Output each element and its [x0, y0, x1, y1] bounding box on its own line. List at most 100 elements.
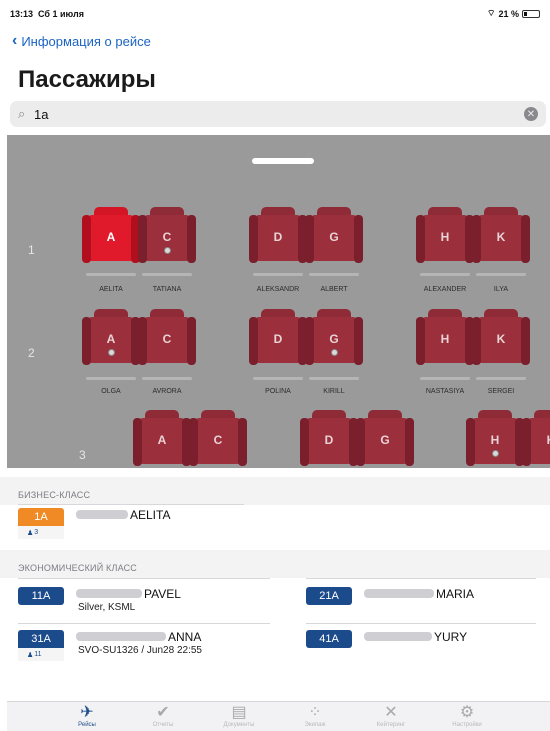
passenger-first-name: ANNA: [168, 630, 202, 644]
divider: [18, 623, 270, 624]
seat-2k[interactable]: K: [472, 309, 530, 365]
occupied-dot-icon: [492, 450, 499, 457]
search-input[interactable]: [34, 106, 524, 122]
seat-badge: 21A: [306, 587, 352, 605]
passenger-row-41a[interactable]: 41A YURY: [306, 630, 536, 670]
blurred-surname: [476, 273, 526, 276]
seat-1h[interactable]: H: [416, 207, 474, 263]
seat-3c[interactable]: C: [189, 410, 247, 466]
seat-3g[interactable]: G: [356, 410, 414, 466]
seat-3k[interactable]: K: [522, 410, 550, 466]
tab-documents[interactable]: ▤ Документы: [204, 704, 274, 728]
seat-letter: C: [162, 230, 172, 244]
wifi-icon: ⌔: [487, 8, 496, 18]
tab-label: Документы: [223, 722, 255, 728]
divider: [18, 578, 270, 579]
seat-2a[interactable]: A: [82, 309, 140, 365]
seat-letter: A: [106, 230, 116, 244]
status-time: 13:13 Сб 1 июля: [10, 9, 84, 19]
seat-passenger-name: ALBERT: [320, 286, 348, 293]
tab-flights[interactable]: ✈ Рейсы: [52, 704, 122, 728]
passenger-details: Silver, KSML: [78, 602, 136, 613]
battery-percent: 21 %: [498, 8, 519, 19]
date: Сб 1 июля: [38, 9, 84, 19]
seat-1g[interactable]: G: [305, 207, 363, 263]
passenger-row-31a[interactable]: 31A ♟ 11 ANNA SVO-SU1326 / Jun28 22:55: [18, 630, 270, 670]
seat-1k[interactable]: K: [472, 207, 530, 263]
document-icon: ▤: [231, 704, 247, 721]
seat-map[interactable]: 1 A C D G H K AELITA TATIANA ALEKSANDR A…: [7, 135, 550, 468]
divider: [306, 578, 536, 579]
seat-letter: C: [213, 433, 223, 447]
seat-2h[interactable]: H: [416, 309, 474, 365]
seat-2d[interactable]: D: [249, 309, 307, 365]
seat-badge: 41A: [306, 630, 352, 648]
tab-crew[interactable]: ⁘ Экипаж: [280, 704, 350, 728]
chevron-left-icon: ‹: [12, 32, 18, 49]
tab-label: Экипаж: [304, 722, 326, 728]
seat-1a[interactable]: A: [82, 207, 140, 263]
drag-handle[interactable]: [252, 158, 314, 164]
blurred-surname: [364, 632, 432, 641]
seat-3d[interactable]: D: [300, 410, 358, 466]
seat-1c[interactable]: C: [138, 207, 196, 263]
passenger-first-name: AELITA: [130, 508, 171, 522]
seat-letter: D: [273, 230, 283, 244]
seat-letter: H: [440, 230, 450, 244]
passenger-row-21a[interactable]: 21A MARIA: [306, 587, 536, 627]
check-circle-icon: ✔: [156, 704, 170, 721]
seat-letter: H: [490, 433, 500, 447]
clear-search-icon[interactable]: ✕: [524, 107, 538, 121]
back-button[interactable]: ‹ Информация о рейсе: [12, 33, 151, 49]
row-number: 1: [28, 243, 35, 257]
passenger-first-name: MARIA: [436, 587, 475, 601]
badge-sub: ♟ 3: [18, 526, 64, 539]
blurred-surname: [364, 589, 434, 598]
status-bar: 13:13 Сб 1 июля ⌔ 21 %: [0, 0, 550, 26]
passenger-first-name: YURY: [434, 630, 468, 644]
seat-badge: 31A: [18, 630, 64, 648]
blurred-surname: [76, 632, 166, 641]
passenger-row-11a[interactable]: 11A PAVEL Silver, KSML: [18, 587, 270, 627]
search-icon: ⌕: [18, 106, 26, 121]
gear-icon: ⚙: [459, 704, 475, 721]
seat-2c[interactable]: C: [138, 309, 196, 365]
seat-2g[interactable]: G: [305, 309, 363, 365]
tab-reports[interactable]: ✔ Отчеты: [128, 704, 198, 728]
battery-icon: [522, 9, 540, 18]
tab-settings[interactable]: ⚙ Настройки: [432, 704, 502, 728]
passenger-details: SVO-SU1326 / Jun28 22:55: [78, 645, 202, 656]
seat-letter: K: [522, 433, 550, 447]
search-bar: ⌕ ✕: [10, 101, 546, 127]
blurred-surname: [142, 377, 192, 380]
airplane-icon: ✈: [80, 704, 94, 721]
seat-3a[interactable]: A: [133, 410, 191, 466]
person-icon: ♟: [27, 651, 34, 659]
seat-passenger-name: AVRORA: [152, 388, 182, 395]
badge-sub-count: 11: [34, 651, 42, 658]
economy-class-header: ЭКОНОМИЧЕСКИЙ КЛАСС: [0, 550, 550, 578]
tab-catering[interactable]: ✕ Кейтеринг: [356, 704, 426, 728]
seat-letter: K: [496, 230, 506, 244]
blurred-surname: [86, 273, 136, 276]
tab-label: Кейтеринг: [376, 722, 406, 728]
divider: [18, 504, 244, 505]
seat-1d[interactable]: D: [249, 207, 307, 263]
tab-label: Рейсы: [78, 722, 96, 728]
seat-letter: D: [273, 332, 283, 346]
clock: 13:13: [10, 9, 34, 19]
passenger-row-1a[interactable]: 1A ♟ 3 AELITA: [18, 508, 244, 548]
badge-sub: ♟ 11: [18, 648, 64, 661]
row-number: 2: [28, 346, 35, 360]
blurred-surname: [253, 273, 303, 276]
blurred-surname: [309, 273, 359, 276]
occupied-dot-icon: [164, 247, 171, 254]
seat-letter: G: [329, 230, 339, 244]
seat-3h[interactable]: H: [466, 410, 524, 466]
status-indicators: ⌔ 21 %: [487, 8, 540, 19]
seat-letter: C: [162, 332, 172, 346]
blurred-surname: [420, 377, 470, 380]
seat-badge: 1A: [18, 508, 64, 526]
people-icon: ⁘: [308, 704, 322, 721]
blurred-surname: [476, 377, 526, 380]
